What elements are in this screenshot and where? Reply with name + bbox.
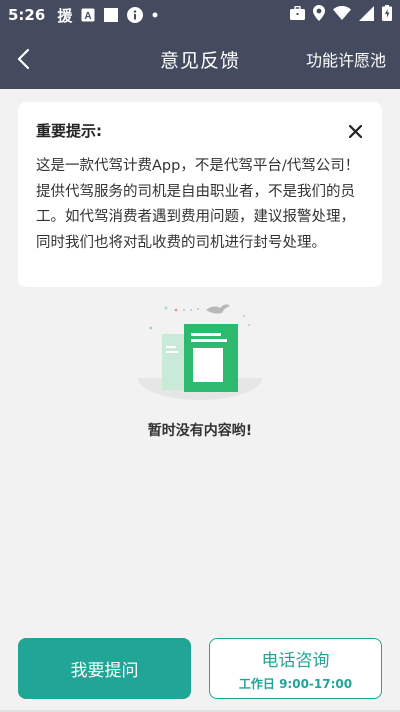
signal-icon — [359, 5, 374, 25]
notice-close-button[interactable] — [344, 120, 366, 142]
wish-pool-link[interactable]: 功能许愿池 — [306, 47, 386, 71]
app-notification-icon: 援 — [57, 6, 73, 25]
svg-text:A: A — [85, 11, 92, 22]
notice-title: 重要提示: — [36, 122, 102, 140]
ask-question-button[interactable]: 我要提问 — [18, 638, 191, 699]
top-bar: 5:26 援 A 意见反馈 功能许愿池 — [0, 0, 400, 89]
location-icon — [313, 5, 325, 25]
wifi-icon — [333, 6, 351, 24]
working-hours-label: 工作日 9:00-17:00 — [238, 676, 353, 691]
notice-body: 这是一款代驾计费App，不是代驾平台/代驾公司！提供代驾服务的司机是自由职业者，… — [36, 158, 360, 251]
info-icon — [127, 7, 144, 23]
back-button[interactable] — [8, 44, 38, 74]
status-bar: 5:26 援 A — [0, 0, 400, 30]
briefcase-icon — [290, 5, 305, 24]
chevron-left-icon — [17, 48, 30, 70]
empty-state-text: 暂时没有内容哟! — [147, 423, 253, 439]
font-notification-icon: A — [81, 8, 95, 22]
notice-card: 重要提示: 这是一款代驾计费App，不是代驾平台/代驾公司！提供代驾服务的司机是… — [18, 102, 382, 287]
phone-consult-button[interactable]: 电话咨询 工作日 9:00-17:00 — [209, 638, 382, 699]
app-header: 意见反馈 功能许愿池 — [0, 30, 400, 89]
empty-state-illustration — [136, 300, 264, 400]
dot-icon — [152, 12, 158, 18]
page-title: 意见反馈 — [159, 50, 240, 72]
battery-icon — [382, 5, 392, 25]
phone-consult-label: 电话咨询 — [261, 650, 330, 671]
close-icon — [348, 124, 362, 138]
status-time: 5:26 — [8, 6, 46, 24]
square-notification-icon — [104, 8, 119, 22]
